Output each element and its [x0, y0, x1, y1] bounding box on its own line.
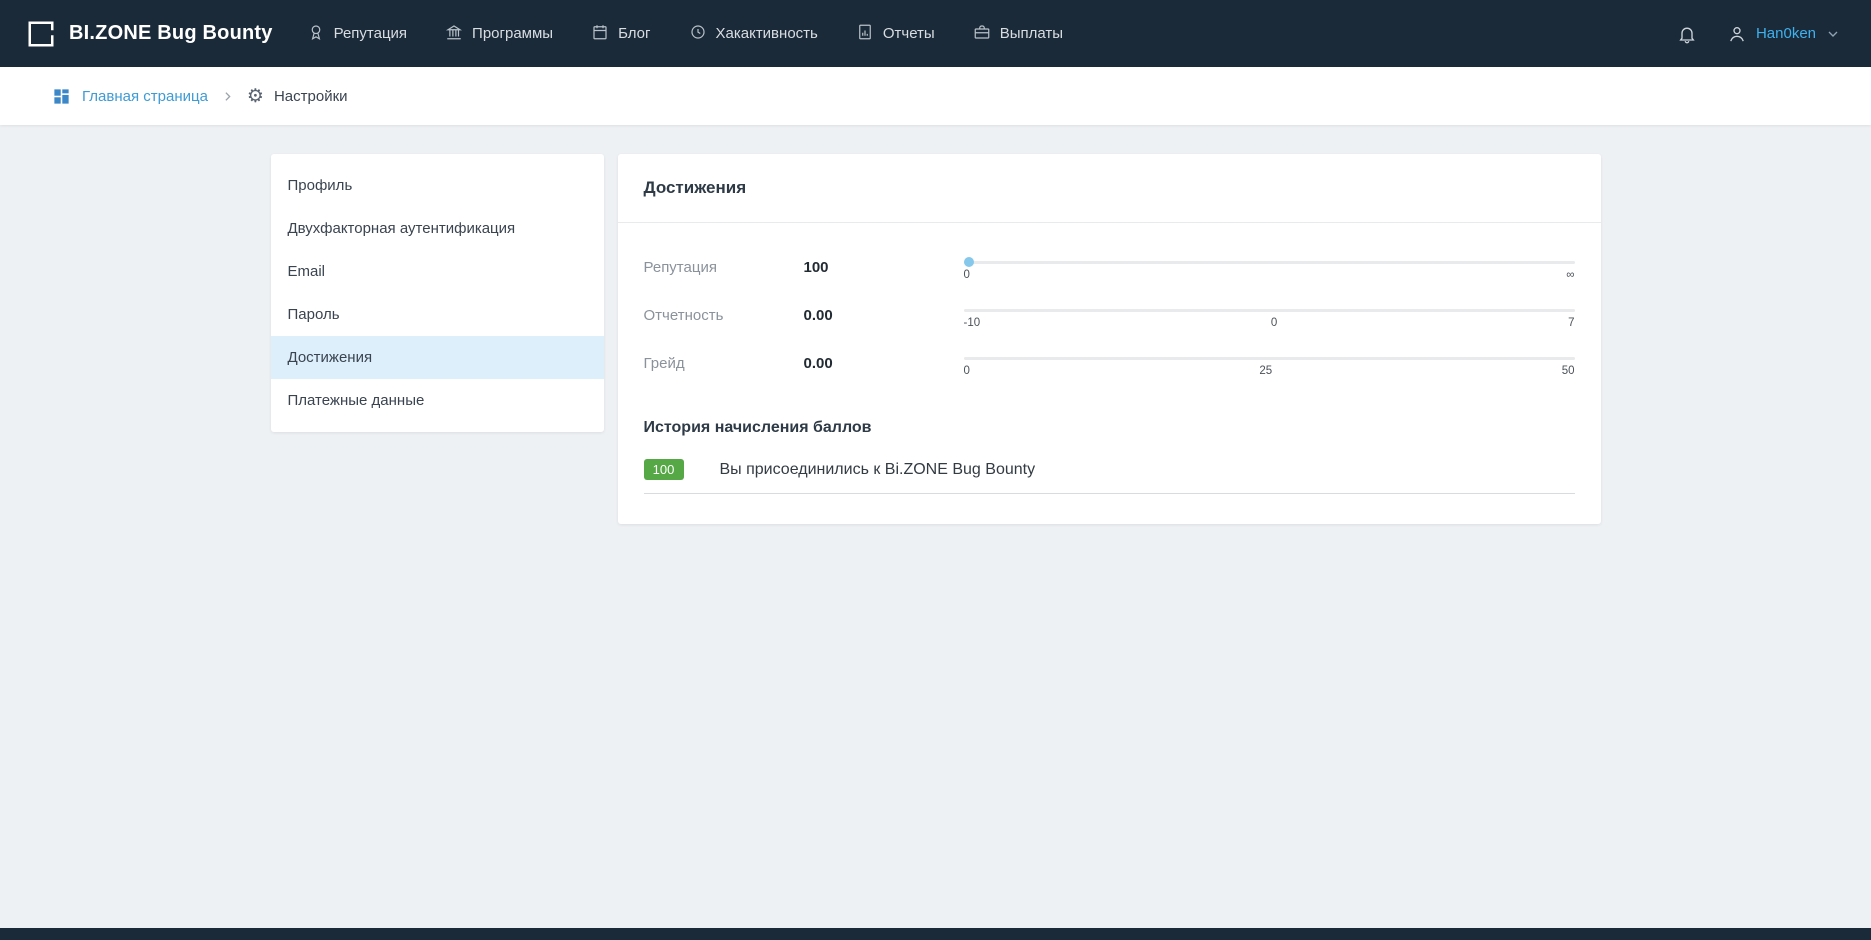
gear-icon: ⚙	[247, 87, 264, 106]
history-event-text: Вы присоединились к Bi.ZONE Bug Bounty	[720, 461, 1036, 479]
brand[interactable]: BI.ZONE Bug Bounty	[26, 19, 273, 49]
grid-icon	[52, 87, 71, 106]
sidebar-item-2fa[interactable]: Двухфакторная аутентификация	[271, 207, 604, 250]
tick-label-mid: 0	[1271, 317, 1277, 329]
metrics-section: Репутация 100 0 ∞ Отчетность 0.00	[618, 223, 1601, 405]
top-navbar: BI.ZONE Bug Bounty Репутация Программы	[0, 0, 1871, 67]
tick-label-min: 0	[964, 269, 970, 281]
panel-title: Достижения	[618, 154, 1601, 223]
metric-value: 0.00	[804, 355, 964, 372]
chevron-right-icon	[221, 90, 234, 103]
history-row: 100 Вы присоединились к Bi.ZONE Bug Boun…	[644, 459, 1575, 494]
nav-item-programs[interactable]: Программы	[445, 23, 553, 45]
nav-label: Отчеты	[883, 25, 935, 42]
tick-label-max: ∞	[1566, 269, 1574, 281]
nav-label: Репутация	[334, 25, 407, 42]
breadcrumb: Главная страница ⚙ Настройки	[0, 67, 1871, 125]
sidebar-item-profile[interactable]: Профиль	[271, 164, 604, 207]
main-nav: Репутация Программы Блог	[307, 23, 1063, 45]
nav-item-payouts[interactable]: Выплаты	[973, 23, 1063, 45]
tick-label-min: 0	[964, 365, 970, 377]
metric-row-reporting: Отчетность 0.00 -10 0 7	[644, 301, 1575, 329]
sidebar-item-payment-details[interactable]: Платежные данные	[271, 379, 604, 422]
reputation-slider: 0 ∞	[964, 253, 1575, 281]
metric-label: Грейд	[644, 355, 804, 372]
sidebar-item-email[interactable]: Email	[271, 250, 604, 293]
settings-sidebar: Профиль Двухфакторная аутентификация Ema…	[271, 154, 604, 432]
metric-value: 100	[804, 259, 964, 276]
navbar-right: Han0ken	[1677, 24, 1841, 44]
clock-icon	[689, 23, 707, 45]
nav-label: Выплаты	[1000, 25, 1063, 42]
footer	[0, 928, 1871, 940]
briefcase-icon	[973, 23, 991, 45]
slider-ticks: 0 ∞	[964, 269, 1575, 281]
sidebar-item-password[interactable]: Пароль	[271, 293, 604, 336]
slider-track[interactable]	[964, 261, 1575, 264]
slider-ticks: 0 25 50	[964, 365, 1575, 377]
metric-label: Репутация	[644, 259, 804, 276]
points-history-section: История начисления баллов 100 Вы присоед…	[618, 405, 1601, 524]
slider-track[interactable]	[964, 309, 1575, 312]
slider-handle[interactable]	[964, 257, 974, 267]
metric-value: 0.00	[804, 307, 964, 324]
grade-slider: 0 25 50	[964, 349, 1575, 377]
points-badge: 100	[644, 459, 684, 480]
user-menu[interactable]: Han0ken	[1727, 24, 1841, 44]
calendar-icon	[591, 23, 609, 45]
username: Han0ken	[1756, 25, 1816, 42]
points-history-title: История начисления баллов	[644, 419, 1575, 437]
user-icon	[1727, 24, 1747, 44]
metric-label: Отчетность	[644, 307, 804, 324]
breadcrumb-home-link[interactable]: Главная страница	[52, 87, 208, 106]
notifications-bell-icon[interactable]	[1677, 24, 1697, 44]
breadcrumb-current-label: Настройки	[274, 88, 348, 105]
metric-row-reputation: Репутация 100 0 ∞	[644, 253, 1575, 281]
bizone-logo-icon	[26, 19, 56, 49]
slider-ticks: -10 0 7	[964, 317, 1575, 329]
brand-name: BI.ZONE Bug Bounty	[69, 22, 273, 45]
tick-label-max: 7	[1568, 317, 1574, 329]
breadcrumb-home-label: Главная страница	[82, 88, 208, 105]
nav-item-reputation[interactable]: Репутация	[307, 23, 407, 45]
nav-item-blog[interactable]: Блог	[591, 23, 650, 45]
nav-label: Программы	[472, 25, 553, 42]
tick-label-min: -10	[964, 317, 981, 329]
reporting-slider: -10 0 7	[964, 301, 1575, 329]
slider-track[interactable]	[964, 357, 1575, 360]
tick-label-max: 50	[1562, 365, 1575, 377]
tick-label-mid: 25	[1259, 365, 1272, 377]
nav-label: Блог	[618, 25, 650, 42]
achievements-panel: Достижения Репутация 100 0 ∞	[618, 154, 1601, 524]
nav-label: Хакактивность	[716, 25, 818, 42]
report-icon	[856, 23, 874, 45]
nav-item-hackactivity[interactable]: Хакактивность	[689, 23, 818, 45]
breadcrumb-current: ⚙ Настройки	[247, 87, 348, 106]
sidebar-item-achievements[interactable]: Достижения	[271, 336, 604, 379]
nav-item-reports[interactable]: Отчеты	[856, 23, 935, 45]
chevron-down-icon	[1825, 26, 1841, 42]
medal-icon	[307, 23, 325, 45]
page-content: Профиль Двухфакторная аутентификация Ema…	[0, 125, 1871, 524]
building-icon	[445, 23, 463, 45]
metric-row-grade: Грейд 0.00 0 25 50	[644, 349, 1575, 377]
